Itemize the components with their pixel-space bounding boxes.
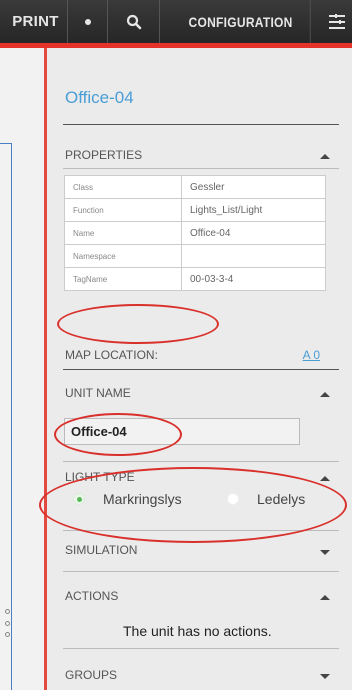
annotation-oval	[57, 304, 219, 344]
properties-table: Class Gessler Function Lights_List/Light…	[64, 175, 326, 291]
handle-dot-icon	[5, 620, 10, 626]
chevron-up-icon[interactable]	[320, 392, 330, 397]
radio-unselected-icon[interactable]	[227, 493, 239, 505]
radio-option-markringslys[interactable]: Markringslys	[73, 491, 182, 507]
property-value	[181, 244, 326, 268]
actions-empty-message: The unit has no actions.	[123, 623, 272, 639]
radio-option-ledelys[interactable]: Ledelys	[227, 491, 305, 507]
object-title: Office-04	[65, 88, 134, 107]
chevron-up-icon[interactable]	[320, 476, 330, 481]
property-key: Namespace	[64, 244, 182, 268]
property-key: Class	[64, 175, 182, 199]
property-key: Name	[64, 221, 182, 245]
unit-name-input[interactable]	[64, 418, 300, 445]
configuration-button[interactable]: CONFIGURATION	[171, 0, 311, 43]
search-icon	[126, 14, 141, 29]
property-key: TagName	[64, 267, 182, 291]
handle-dot-icon	[5, 632, 10, 637]
table-row: Namespace	[64, 244, 326, 268]
unit-name-header[interactable]: UNIT NAME	[65, 386, 131, 400]
properties-panel: Office-04 PROPERTIES Class Gessler Funct…	[39, 48, 352, 690]
dot-icon	[84, 18, 91, 25]
chevron-up-icon[interactable]	[320, 154, 330, 159]
resize-handle[interactable]	[5, 609, 11, 637]
divider	[63, 530, 339, 531]
search-button[interactable]	[108, 0, 160, 43]
radio-label: Markringslys	[103, 491, 182, 507]
radio-selected-icon[interactable]	[73, 493, 85, 505]
chevron-down-icon[interactable]	[320, 550, 330, 555]
radio-label: Ledelys	[257, 491, 306, 507]
handle-dot-icon	[5, 609, 10, 614]
table-row: Class Gessler	[64, 175, 326, 199]
divider	[63, 571, 339, 572]
table-row: Name Office-04	[64, 221, 326, 245]
chevron-up-icon[interactable]	[320, 595, 330, 600]
divider	[63, 369, 339, 370]
light-type-header[interactable]: LIGHT TYPE	[65, 470, 135, 484]
chevron-down-icon[interactable]	[320, 674, 330, 679]
divider	[63, 461, 339, 462]
actions-header[interactable]: ACTIONS	[65, 589, 118, 603]
property-value: Gessler	[181, 175, 326, 199]
menu-button[interactable]	[322, 0, 352, 43]
divider	[63, 124, 339, 125]
divider	[63, 168, 339, 169]
properties-header[interactable]: PROPERTIES	[65, 148, 142, 162]
property-value: 00-03-3-4	[181, 267, 326, 291]
table-row: Function Lights_List/Light	[64, 198, 326, 222]
map-location-label: MAP LOCATION:	[65, 348, 158, 362]
table-row: TagName 00-03-3-4	[64, 267, 326, 291]
map-location-link[interactable]: A 0	[303, 348, 320, 362]
simulation-header[interactable]: SIMULATION	[65, 543, 137, 557]
property-key: Function	[64, 198, 182, 222]
map-frame	[0, 143, 12, 690]
map-pane[interactable]	[0, 48, 44, 690]
property-value: Office-04	[181, 221, 326, 245]
groups-header[interactable]: GROUPS	[65, 668, 117, 682]
print-button[interactable]: PRINT	[0, 0, 68, 43]
divider	[63, 648, 339, 649]
property-value: Lights_List/Light	[181, 198, 326, 222]
menu-icon	[329, 13, 345, 29]
dot-button[interactable]	[68, 0, 108, 43]
top-toolbar: PRINT CONFIGURATION	[0, 0, 352, 48]
